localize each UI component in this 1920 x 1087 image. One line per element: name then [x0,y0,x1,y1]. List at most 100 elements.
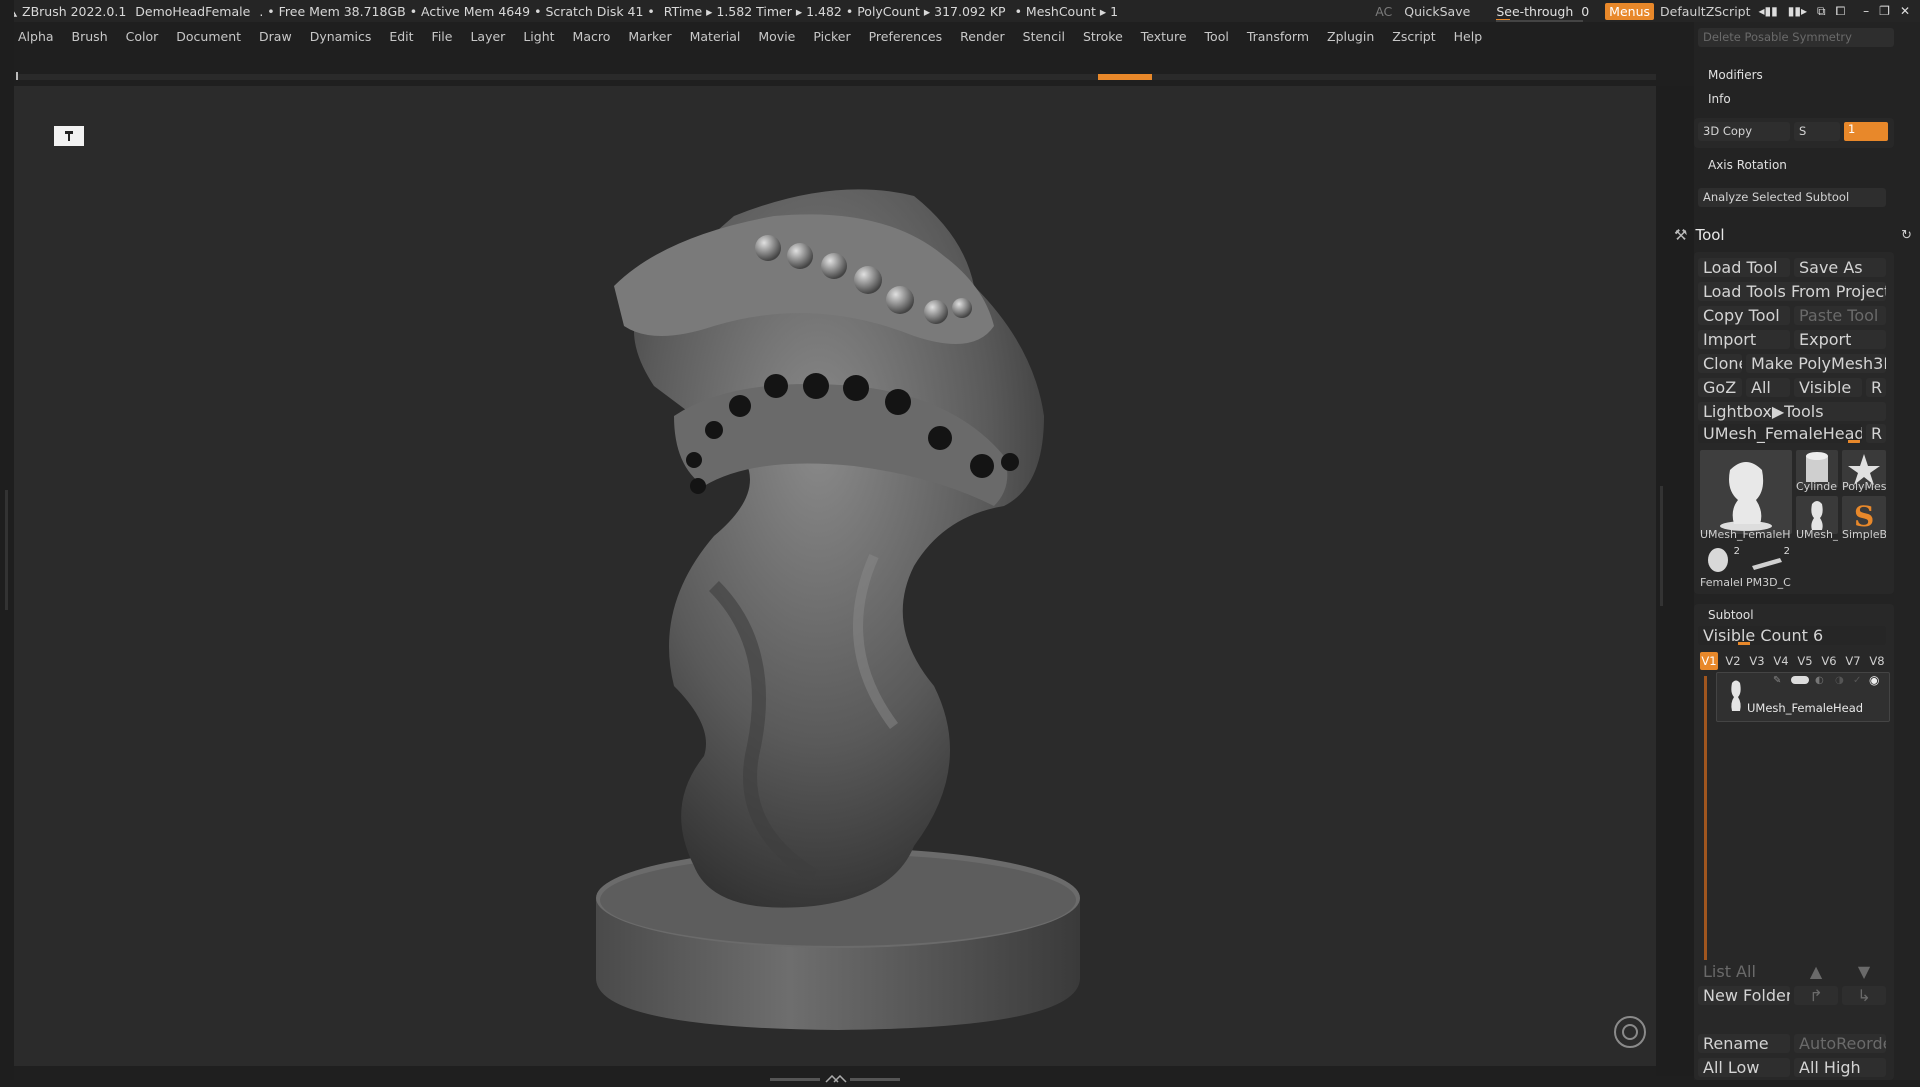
autoreorder-button[interactable]: AutoReorder [1794,1034,1886,1053]
perspective-toggle-icon[interactable] [54,126,84,146]
see-through-slider[interactable]: See-through 0 [1492,4,1593,22]
goz-visible-button[interactable]: Visible [1794,378,1862,397]
menu-help[interactable]: Help [1454,29,1483,44]
menu-movie[interactable]: Movie [758,29,795,44]
paste-tool-button[interactable]: Paste Tool [1794,306,1886,325]
layout-left-icon[interactable]: ◂▮▮ [1759,4,1778,18]
menu-macro[interactable]: Macro [573,29,611,44]
3d-copy-button[interactable]: 3D Copy [1698,122,1790,141]
maximize-icon[interactable]: ❐ [1879,4,1890,18]
ac-label[interactable]: AC [1375,4,1392,19]
menu-document[interactable]: Document [176,29,241,44]
vtab-v5[interactable]: V5 [1796,652,1814,670]
subtool-row[interactable]: ✎ ◐ ◑ ✓ ◉ UMesh_FemaleHead [1716,672,1890,722]
layout-right-icon[interactable]: ▮▮▸ [1788,4,1807,18]
subtool-toggle-icon[interactable] [1791,676,1809,684]
menu-marker[interactable]: Marker [628,29,671,44]
3d-copy-s-button[interactable]: S [1794,122,1840,141]
menu-picker[interactable]: Picker [813,29,850,44]
subtool-material-icon[interactable]: ◑ [1835,675,1844,686]
menu-brush[interactable]: Brush [72,29,108,44]
info-label[interactable]: Info [1708,92,1731,106]
menu-transform[interactable]: Transform [1247,29,1309,44]
all-high-button[interactable]: All High [1794,1058,1886,1077]
move-down-button[interactable]: ▼ [1842,962,1886,981]
move-into-folder-button[interactable]: ↱ [1794,986,1838,1005]
menu-preferences[interactable]: Preferences [869,29,943,44]
menu-alpha[interactable]: Alpha [18,29,54,44]
lightbox-tools-button[interactable]: Lightbox▶Tools [1698,402,1886,421]
axis-rotation-label[interactable]: Axis Rotation [1708,158,1787,172]
subtool-scrollbar[interactable] [1704,676,1707,960]
import-button[interactable]: Import [1698,330,1790,349]
make-polymesh3d-button[interactable]: Make PolyMesh3D [1746,354,1886,373]
goz-button[interactable]: GoZ [1698,378,1742,397]
menu-file[interactable]: File [432,29,453,44]
3d-copy-value-field[interactable]: 1 [1844,122,1888,141]
vtab-v8[interactable]: V8 [1868,652,1886,670]
vtab-v2[interactable]: V2 [1724,652,1742,670]
rename-button[interactable]: Rename [1698,1034,1790,1053]
menu-stencil[interactable]: Stencil [1023,29,1065,44]
subtool-eye-icon[interactable]: ◉ [1869,673,1879,687]
vtab-v6[interactable]: V6 [1820,652,1838,670]
menu-edit[interactable]: Edit [389,29,413,44]
current-tool-slider[interactable]: UMesh_FemaleHead. 50 [1698,424,1862,443]
tool-palette-header[interactable]: ⚒ Tool ↻ [1674,222,1920,248]
subtool-brush-icon[interactable]: ✎ [1773,675,1781,686]
list-all-button[interactable]: List All [1698,962,1790,981]
layout-swap-icon[interactable]: ⧉ [1817,4,1826,19]
vtab-v1[interactable]: V1 [1700,652,1718,670]
tool-thumb-female[interactable]: 2 [1700,546,1742,574]
layout-dock-icon[interactable]: ⧠ [1836,4,1846,19]
save-as-button[interactable]: Save As [1794,258,1886,277]
menu-zplugin[interactable]: Zplugin [1327,29,1374,44]
menu-texture[interactable]: Texture [1141,29,1187,44]
delete-posable-symmetry-button[interactable]: Delete Posable Symmetry [1698,28,1894,47]
new-folder-button[interactable]: New Folder [1698,986,1790,1005]
goz-all-button[interactable]: All [1746,378,1790,397]
menu-tool[interactable]: Tool [1205,29,1229,44]
move-out-folder-button[interactable]: ↳ [1842,986,1886,1005]
menu-draw[interactable]: Draw [259,29,292,44]
menu-material[interactable]: Material [690,29,741,44]
top-shelf[interactable] [16,72,1656,80]
clone-button[interactable]: Clone [1698,354,1742,373]
menu-stroke[interactable]: Stroke [1083,29,1123,44]
vtab-v4[interactable]: V4 [1772,652,1790,670]
close-icon[interactable]: ✕ [1900,4,1910,18]
subtool-title[interactable]: Subtool [1708,608,1754,622]
analyze-selected-subtool-button[interactable]: Analyze Selected Subtool [1698,188,1886,207]
visible-count-slider[interactable]: Visible Count 6 [1698,626,1886,645]
tool-thumb-main[interactable] [1700,450,1792,534]
copy-tool-button[interactable]: Copy Tool [1698,306,1790,325]
modifiers-label[interactable]: Modifiers [1708,68,1763,82]
default-zscript-button[interactable]: DefaultZScript [1660,4,1751,19]
load-tool-button[interactable]: Load Tool [1698,258,1790,277]
vtab-v7[interactable]: V7 [1844,652,1862,670]
export-button[interactable]: Export [1794,330,1886,349]
navigation-gizmo-icon[interactable] [1614,1016,1646,1048]
minimize-icon[interactable]: – [1863,4,1869,18]
menus-toggle-button[interactable]: Menus [1605,2,1655,20]
vtab-v3[interactable]: V3 [1748,652,1766,670]
goz-r-button[interactable]: R [1866,378,1886,397]
menu-zscript[interactable]: Zscript [1392,29,1435,44]
menu-dynamics[interactable]: Dynamics [310,29,372,44]
all-low-button[interactable]: All Low [1698,1058,1790,1077]
tool-thumb-pm3d[interactable]: 2 [1746,546,1792,574]
canvas-viewport[interactable] [14,86,1656,1066]
bottom-tray-handle[interactable] [770,1068,900,1083]
menu-layer[interactable]: Layer [470,29,505,44]
quicksave-button[interactable]: QuickSave [1404,4,1470,19]
right-tray-grip[interactable] [1660,486,1663,606]
move-up-button[interactable]: ▲ [1794,962,1838,981]
menu-color[interactable]: Color [126,29,159,44]
tool-reset-icon[interactable]: ↻ [1901,228,1912,243]
menu-render[interactable]: Render [960,29,1005,44]
subtool-polypaint-icon[interactable]: ◐ [1815,675,1824,686]
current-tool-r-button[interactable]: R [1866,424,1886,443]
load-tools-from-project-button[interactable]: Load Tools From Project [1698,282,1886,301]
menu-light[interactable]: Light [523,29,554,44]
left-tray-grip[interactable] [5,490,8,610]
